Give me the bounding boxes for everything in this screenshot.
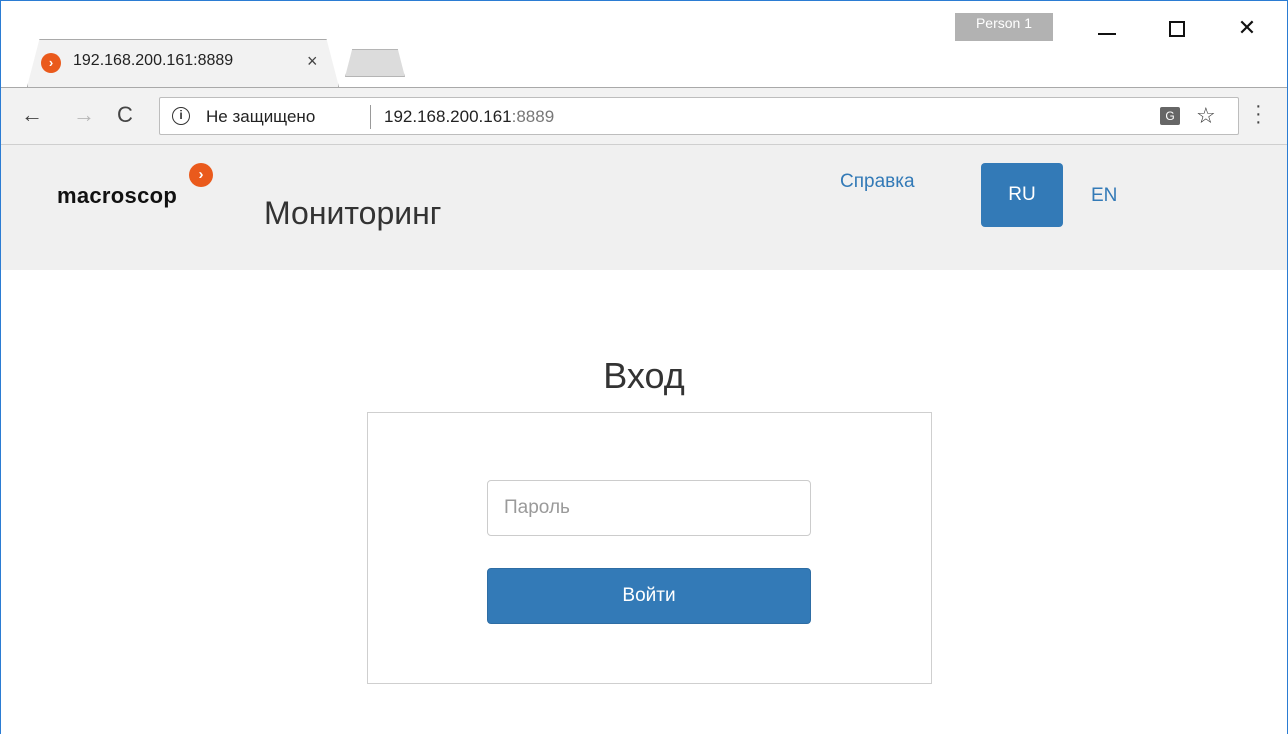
login-heading: Вход bbox=[603, 355, 685, 396]
minimize-icon bbox=[1098, 33, 1116, 35]
address-bar[interactable]: i Не защищено 192.168.200.161:8889 G ☆ bbox=[159, 97, 1239, 135]
macroscop-favicon-icon: › bbox=[41, 53, 61, 73]
security-status-text: Не защищено bbox=[206, 107, 316, 126]
tab-close-icon[interactable]: × bbox=[307, 51, 318, 72]
new-tab-button[interactable] bbox=[345, 49, 405, 77]
password-input[interactable] bbox=[487, 480, 811, 536]
close-window-button[interactable]: ✕ bbox=[1227, 15, 1267, 45]
info-icon[interactable]: i bbox=[172, 107, 190, 125]
maximize-icon bbox=[1169, 21, 1185, 37]
help-link[interactable]: Справка bbox=[840, 171, 915, 193]
login-button[interactable]: Войти bbox=[487, 568, 811, 624]
browser-toolbar: ← → C i Не защищено 192.168.200.161:8889… bbox=[1, 87, 1287, 145]
page-title: Мониторинг bbox=[264, 195, 442, 231]
language-ru-button[interactable]: RU bbox=[981, 163, 1063, 227]
tab-title: 192.168.200.161:8889 bbox=[73, 52, 234, 69]
url-port: :8889 bbox=[511, 107, 555, 126]
translate-icon[interactable]: G bbox=[1160, 107, 1180, 125]
browser-menu-icon[interactable]: · · · bbox=[1255, 96, 1262, 132]
macroscop-logo-text: macroscop bbox=[57, 183, 178, 208]
macroscop-logo-icon: › bbox=[189, 163, 213, 187]
maximize-button[interactable] bbox=[1157, 15, 1197, 45]
reload-icon[interactable]: C bbox=[117, 102, 133, 128]
url-text[interactable]: 192.168.200.161:8889 bbox=[384, 107, 554, 127]
forward-arrow-icon[interactable]: → bbox=[73, 102, 95, 128]
url-host: 192.168.200.161 bbox=[384, 107, 512, 126]
back-arrow-icon[interactable]: ← bbox=[21, 102, 43, 128]
browser-window: › 192.168.200.161:8889 × Person 1 ✕ ← → … bbox=[0, 0, 1288, 734]
bookmark-star-icon[interactable]: ☆ bbox=[1196, 103, 1216, 129]
site-header: macroscop › Мониторинг Справка RU EN bbox=[1, 145, 1287, 270]
address-separator bbox=[370, 105, 371, 129]
language-en-button[interactable]: EN bbox=[1091, 185, 1117, 207]
minimize-button[interactable] bbox=[1087, 15, 1127, 45]
profile-badge[interactable]: Person 1 bbox=[955, 13, 1053, 41]
login-form: Войти bbox=[367, 412, 932, 684]
browser-tab[interactable]: › 192.168.200.161:8889 × bbox=[27, 39, 339, 87]
browser-titlebar: › 192.168.200.161:8889 × Person 1 ✕ bbox=[1, 1, 1287, 87]
